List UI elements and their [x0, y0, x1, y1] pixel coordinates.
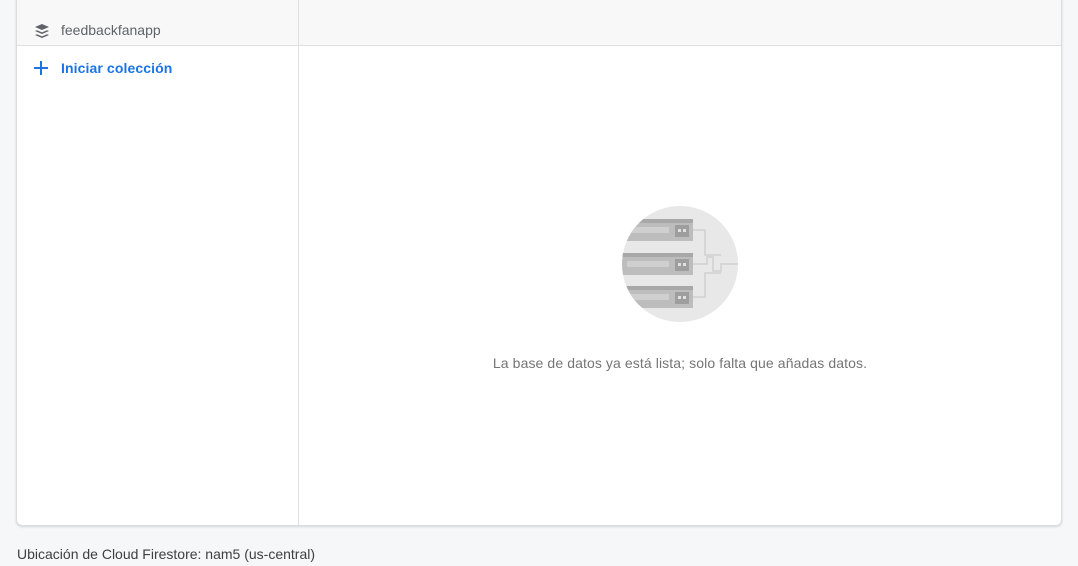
start-collection-label: Iniciar colección: [61, 60, 173, 76]
plus-icon: [33, 60, 49, 76]
database-header: feedbackfanapp: [17, 0, 298, 46]
data-viewer-card: feedbackfanapp Iniciar colección La base…: [16, 0, 1062, 526]
firestore-location-text: Ubicación de Cloud Firestore: nam5 (us-c…: [17, 546, 316, 562]
root-panel: feedbackfanapp Iniciar colección: [17, 0, 299, 525]
empty-state: La base de datos ya está lista; solo fal…: [299, 205, 1061, 371]
database-name: feedbackfanapp: [61, 21, 161, 38]
empty-state-message: La base de datos ya está lista; solo fal…: [492, 355, 868, 371]
detail-header: [299, 0, 1061, 46]
database-servers-icon: [622, 206, 738, 322]
firestore-database-icon: [33, 22, 51, 40]
start-collection-button[interactable]: Iniciar colección: [17, 56, 298, 80]
detail-panel: La base de datos ya está lista; solo fal…: [299, 0, 1061, 525]
